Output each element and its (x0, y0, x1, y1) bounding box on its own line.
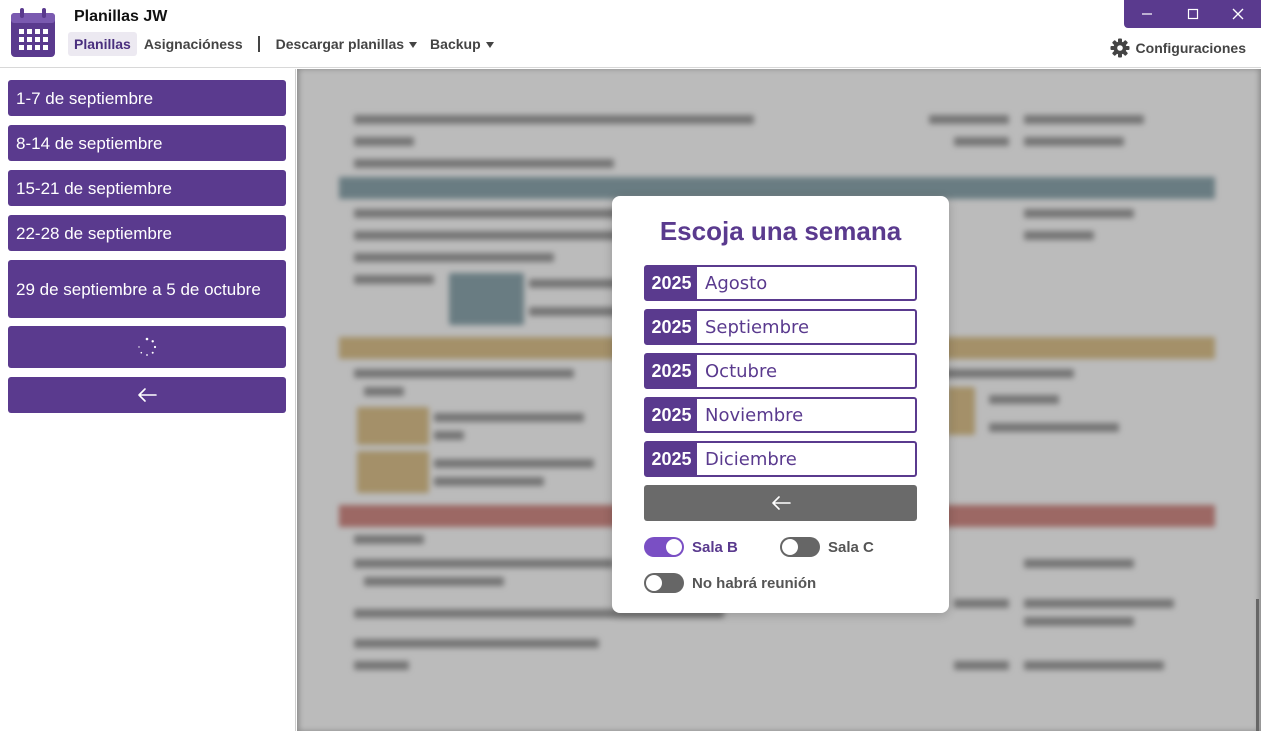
week-label: 29 de septiembre a 5 de octubre (16, 279, 261, 299)
sala-b-toggle[interactable]: Sala B (644, 537, 738, 557)
app-header: Planillas JW Planillas Asignacióness Des… (0, 0, 1261, 68)
menu-descargar-label: Descargar planillas (275, 36, 405, 52)
settings-label: Configuraciones (1135, 40, 1246, 56)
week-button[interactable]: 15-21 de septiembre (8, 170, 286, 206)
month-name: Diciembre (705, 448, 797, 470)
week-label: 8-14 de septiembre (16, 133, 163, 153)
month-name: Noviembre (705, 404, 804, 426)
calendar-icon (11, 8, 55, 57)
month-name: Agosto (705, 272, 768, 294)
month-year: 2025 (646, 355, 697, 387)
load-more-button[interactable] (8, 326, 286, 368)
maximize-button[interactable] (1170, 0, 1216, 28)
gear-icon (1110, 38, 1130, 58)
settings-button[interactable]: Configuraciones (1110, 38, 1246, 58)
toggle-knob (782, 539, 798, 555)
menu-separator (257, 36, 260, 52)
month-option[interactable]: 2025 Octubre (644, 353, 917, 389)
menu-descargar[interactable]: Descargar planillas (270, 32, 423, 56)
month-option[interactable]: 2025 Diciembre (644, 441, 917, 477)
toggle-switch[interactable] (644, 573, 684, 593)
dialog-title: Escoja una semana (659, 216, 902, 246)
week-label: 1-7 de septiembre (16, 88, 154, 108)
month-year: 2025 (646, 443, 697, 475)
week-picker-dialog: Escoja una semana 2025 Agosto 2025 Septi… (612, 196, 949, 613)
spinner-icon (138, 337, 157, 356)
dialog-back-button[interactable] (644, 485, 917, 521)
window-controls (1124, 0, 1261, 28)
toggle-switch[interactable] (780, 537, 820, 557)
caret-down-icon (409, 41, 418, 48)
week-sidebar: 1-7 de septiembre 8-14 de septiembre 15-… (0, 69, 296, 731)
month-option[interactable]: 2025 Noviembre (644, 397, 917, 433)
month-year: 2025 (646, 267, 697, 299)
week-button[interactable]: 8-14 de septiembre (8, 125, 286, 161)
toggle-knob (666, 539, 682, 555)
week-label: 15-21 de septiembre (16, 178, 172, 198)
month-year: 2025 (646, 311, 697, 343)
toggle-knob (646, 575, 662, 591)
menu-planillas-label: Planillas (74, 36, 131, 52)
month-year: 2025 (646, 399, 697, 431)
caret-down-icon (485, 41, 494, 48)
toggle-label: Sala C (828, 538, 874, 556)
menu-asignaciones-label: Asignacióness (143, 36, 243, 52)
menu-planillas[interactable]: Planillas (68, 32, 137, 56)
app-title: Planillas JW (74, 8, 168, 25)
month-option[interactable]: 2025 Agosto (644, 265, 917, 301)
minimize-icon (1141, 13, 1152, 15)
week-button[interactable]: 29 de septiembre a 5 de octubre (8, 260, 286, 318)
scrollbar[interactable] (1256, 599, 1259, 731)
close-button[interactable] (1215, 0, 1261, 28)
toggle-switch[interactable] (644, 537, 684, 557)
menu-backup-label: Backup (430, 36, 481, 52)
main-menu: Planillas Asignacióness Descargar planil… (68, 32, 501, 56)
no-reunion-toggle[interactable]: No habrá reunión (644, 573, 816, 593)
menu-backup[interactable]: Backup (424, 32, 500, 56)
back-button[interactable] (8, 377, 286, 413)
week-label: 22-28 de septiembre (16, 223, 172, 243)
week-button[interactable]: 22-28 de septiembre (8, 215, 286, 251)
close-icon (1232, 8, 1244, 20)
menu-asignaciones[interactable]: Asignacióness (138, 32, 249, 56)
minimize-button[interactable] (1124, 0, 1170, 28)
maximize-icon (1187, 8, 1198, 20)
arrow-left-icon (771, 496, 791, 510)
toggle-label: No habrá reunión (692, 574, 817, 592)
week-button[interactable]: 1-7 de septiembre (8, 80, 286, 116)
toggle-label: Sala B (692, 538, 738, 556)
arrow-left-icon (138, 388, 157, 402)
sala-c-toggle[interactable]: Sala C (780, 537, 874, 557)
month-option[interactable]: 2025 Septiembre (644, 309, 917, 345)
month-name: Septiembre (705, 316, 810, 338)
month-name: Octubre (705, 360, 778, 382)
